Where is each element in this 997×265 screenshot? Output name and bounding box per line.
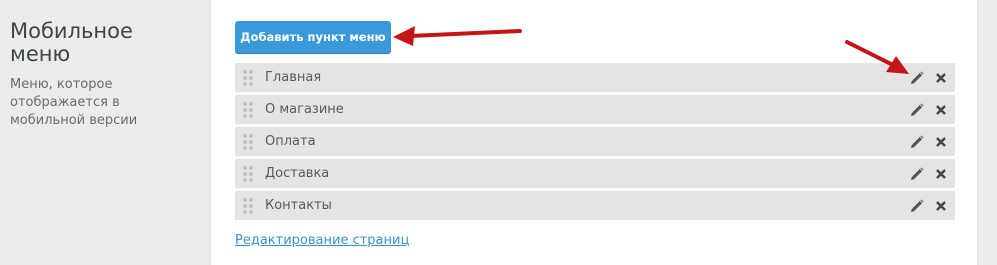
- drag-handle-icon[interactable]: [243, 165, 253, 182]
- pencil-icon[interactable]: [909, 102, 925, 118]
- close-icon[interactable]: [935, 72, 947, 84]
- menu-item-row[interactable]: Оплата: [235, 127, 955, 156]
- menu-item-row[interactable]: Главная: [235, 63, 955, 92]
- menu-item-label: Доставка: [265, 166, 330, 181]
- drag-handle-icon[interactable]: [243, 133, 253, 150]
- close-icon[interactable]: [935, 168, 947, 180]
- menu-item-label: Контакты: [265, 198, 332, 213]
- section-header: Мобильное меню Меню, которое отображаетс…: [10, 20, 200, 130]
- menu-item-row[interactable]: Контакты: [235, 191, 955, 220]
- close-icon[interactable]: [935, 136, 947, 148]
- menu-item-row[interactable]: О магазине: [235, 95, 955, 124]
- drag-handle-icon[interactable]: [243, 197, 253, 214]
- close-icon[interactable]: [935, 104, 947, 116]
- pencil-icon[interactable]: [909, 198, 925, 214]
- menu-item-label: Оплата: [265, 134, 316, 149]
- menu-item-row[interactable]: Доставка: [235, 159, 955, 188]
- drag-handle-icon[interactable]: [243, 69, 253, 86]
- menu-list: Главная О магазине Оплата Доставка Конта…: [235, 63, 955, 223]
- menu-item-label: О магазине: [265, 102, 344, 117]
- edit-pages-link[interactable]: Редактирование страниц: [235, 233, 409, 248]
- menu-panel: Добавить пункт меню Главная О магазине О…: [210, 0, 978, 265]
- pencil-icon[interactable]: [909, 70, 925, 86]
- pencil-icon[interactable]: [909, 166, 925, 182]
- add-menu-item-button[interactable]: Добавить пункт меню: [235, 21, 391, 53]
- menu-item-label: Главная: [265, 70, 322, 85]
- drag-handle-icon[interactable]: [243, 101, 253, 118]
- close-icon[interactable]: [935, 200, 947, 212]
- section-title: Мобильное меню: [10, 19, 133, 66]
- section-description: Меню, которое отображается в мобильной в…: [10, 77, 138, 128]
- pencil-icon[interactable]: [909, 134, 925, 150]
